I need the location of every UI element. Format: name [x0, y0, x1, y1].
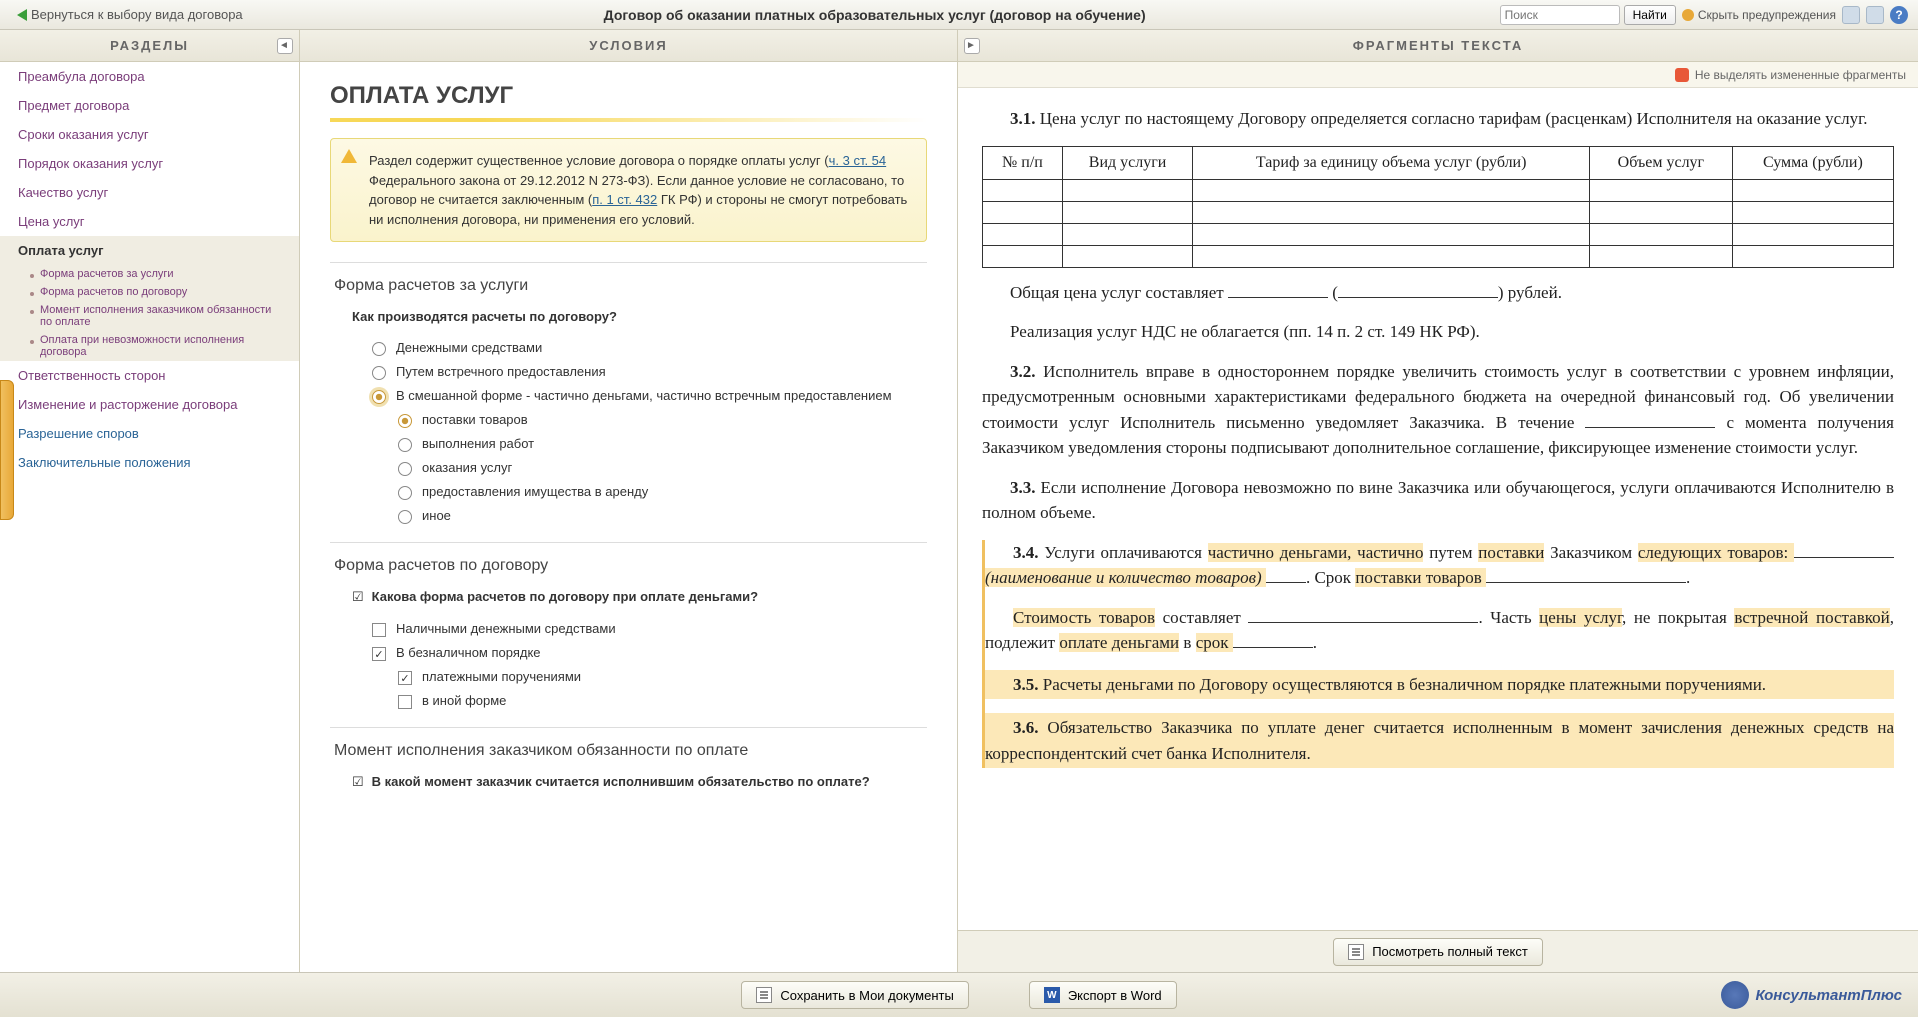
change-icon [1675, 68, 1689, 82]
sub-other-form[interactable]: в иной форме [330, 689, 927, 713]
word-icon: W [1044, 987, 1060, 1003]
arrow-left-icon [17, 9, 27, 21]
nav-subject[interactable]: Предмет договора [0, 91, 299, 120]
warning-icon [1682, 9, 1694, 21]
fragments-header: ► ФРАГМЕНТЫ ТЕКСТА [958, 30, 1918, 62]
search-box: Найти [1500, 5, 1676, 25]
side-tab[interactable] [0, 380, 14, 520]
expand-panel-icon[interactable]: ► [964, 38, 980, 54]
nav-payment[interactable]: Оплата услуг [0, 236, 299, 265]
sidebar-header: РАЗДЕЛЫ ◄ [0, 30, 299, 62]
warning-triangle-icon [341, 149, 357, 163]
para-3-4: 3.4. Услуги оплачиваются частично деньга… [985, 540, 1894, 591]
opt-mixed[interactable]: В смешанной форме - частично деньгами, ч… [330, 384, 927, 408]
sub-lease[interactable]: предоставления имущества в аренду [330, 480, 927, 504]
para-3-2: 3.2. Исполнитель вправе в одностороннем … [982, 359, 1894, 461]
sidebar: РАЗДЕЛЫ ◄ Преамбула договора Предмет дог… [0, 30, 300, 972]
highlight-toggle[interactable]: Не выделять измененные фрагменты [958, 62, 1918, 88]
opt-cash[interactable]: Наличными денежными средствами [330, 617, 927, 641]
view-full-button[interactable]: Посмотреть полный текст [1333, 938, 1543, 966]
section-form-contract: Форма расчетов по договору Какова форма … [330, 542, 927, 727]
find-button[interactable]: Найти [1624, 5, 1676, 25]
law-link-2[interactable]: п. 1 ст. 432 [592, 192, 657, 207]
section-moment: Момент исполнения заказчиком обязанности… [330, 727, 927, 816]
back-label: Вернуться к выбору вида договора [31, 7, 243, 22]
nav-change[interactable]: Изменение и расторжение договора [0, 390, 299, 419]
nav-terms[interactable]: Сроки оказания услуг [0, 120, 299, 149]
export-word-button[interactable]: W Экспорт в Word [1029, 981, 1177, 1009]
total-line: Общая цена услуг составляет () рублей. [982, 280, 1894, 306]
vat-line: Реализация услуг НДС не облагается (пп. … [982, 319, 1894, 345]
nav-sub-form-contract[interactable]: Форма расчетов по договору [0, 283, 299, 301]
conditions-panel: УСЛОВИЯ ОПЛАТА УСЛУГ Раздел содержит сущ… [300, 30, 958, 972]
save-button[interactable]: Сохранить в Мои документы [741, 981, 968, 1009]
document-icon [1348, 944, 1364, 960]
help-icon[interactable]: ? [1890, 6, 1908, 24]
back-button[interactable]: Вернуться к выбору вида договора [10, 4, 250, 25]
nav-sub-impossibility[interactable]: Оплата при невозможности исполнения дого… [0, 331, 299, 361]
view-full-bar: Посмотреть полный текст [958, 930, 1918, 972]
footer: Сохранить в Мои документы W Экспорт в Wo… [0, 972, 1918, 1017]
para-3-3: 3.3. Если исполнение Договора невозможно… [982, 475, 1894, 526]
nav-price[interactable]: Цена услуг [0, 207, 299, 236]
para-3-6: 3.6. Обязательство Заказчика по уплате д… [985, 713, 1894, 768]
font-larger-icon[interactable] [1866, 6, 1884, 24]
heading-underline [330, 118, 927, 122]
fragments-panel: ► ФРАГМЕНТЫ ТЕКСТА Не выделять измененны… [958, 30, 1918, 972]
nav-list: Преамбула договора Предмет договора Срок… [0, 62, 299, 972]
nav-final[interactable]: Заключительные положения [0, 448, 299, 477]
nav-sub-form-services[interactable]: Форма расчетов за услуги [0, 265, 299, 283]
nav-disputes[interactable]: Разрешение споров [0, 419, 299, 448]
sub-services[interactable]: оказания услуг [330, 456, 927, 480]
warning-box: Раздел содержит существенное условие дог… [330, 138, 927, 242]
top-toolbar: Вернуться к выбору вида договора Договор… [0, 0, 1918, 30]
section-heading: ОПЛАТА УСЛУГ [330, 82, 927, 110]
sect-title: Форма расчетов за услуги [330, 277, 927, 295]
para-3-5: 3.5. Расчеты деньгами по Договору осущес… [985, 670, 1894, 700]
brand-logo: КонсультантПлюс [1721, 981, 1902, 1009]
nav-liability[interactable]: Ответственность сторон [0, 361, 299, 390]
search-input[interactable] [1500, 5, 1620, 25]
sect-title-2: Форма расчетов по договору [330, 557, 927, 575]
opt-noncash[interactable]: В безналичном порядке [330, 641, 927, 665]
nav-sub-moment[interactable]: Момент исполнения заказчиком обязанности… [0, 301, 299, 331]
opt-money[interactable]: Денежными средствами [330, 336, 927, 360]
sub-other[interactable]: иное [330, 504, 927, 528]
logo-icon [1721, 981, 1749, 1009]
conditions-header: УСЛОВИЯ [300, 30, 957, 62]
sub-goods[interactable]: поставки товаров [330, 408, 927, 432]
conditions-content: ОПЛАТА УСЛУГ Раздел содержит существенно… [300, 62, 957, 972]
question-3[interactable]: В какой момент заказчик считается исполн… [330, 774, 927, 790]
document-text: 3.1. Цена услуг по настоящему Договору о… [958, 88, 1918, 930]
font-smaller-icon[interactable] [1842, 6, 1860, 24]
law-link-1[interactable]: ч. 3 ст. 54 [829, 153, 887, 168]
nav-order[interactable]: Порядок оказания услуг [0, 149, 299, 178]
sub-payment-order[interactable]: платежными поручениями [330, 665, 927, 689]
main-area: РАЗДЕЛЫ ◄ Преамбула договора Предмет дог… [0, 30, 1918, 972]
section-form-services: Форма расчетов за услуги Как производятс… [330, 262, 927, 542]
nav-quality[interactable]: Качество услуг [0, 178, 299, 207]
para-3-1: 3.1. Цена услуг по настоящему Договору о… [982, 106, 1894, 132]
hide-warnings-button[interactable]: Скрыть предупреждения [1682, 8, 1836, 22]
opt-counter[interactable]: Путем встречного предоставления [330, 360, 927, 384]
question-1: Как производятся расчеты по договору? [330, 309, 927, 324]
sub-works[interactable]: выполнения работ [330, 432, 927, 456]
document-title: Договор об оказании платных образователь… [256, 7, 1494, 23]
price-table: № п/пВид услугиТариф за единицу объема у… [982, 146, 1894, 268]
save-icon [756, 987, 772, 1003]
collapse-sidebar-icon[interactable]: ◄ [277, 38, 293, 54]
question-2[interactable]: Какова форма расчетов по договору при оп… [330, 589, 927, 605]
sect-title-3: Момент исполнения заказчиком обязанности… [330, 742, 927, 760]
para-3-4-cost: Стоимость товаров составляет . Часть цен… [985, 605, 1894, 656]
nav-preamble[interactable]: Преамбула договора [0, 62, 299, 91]
